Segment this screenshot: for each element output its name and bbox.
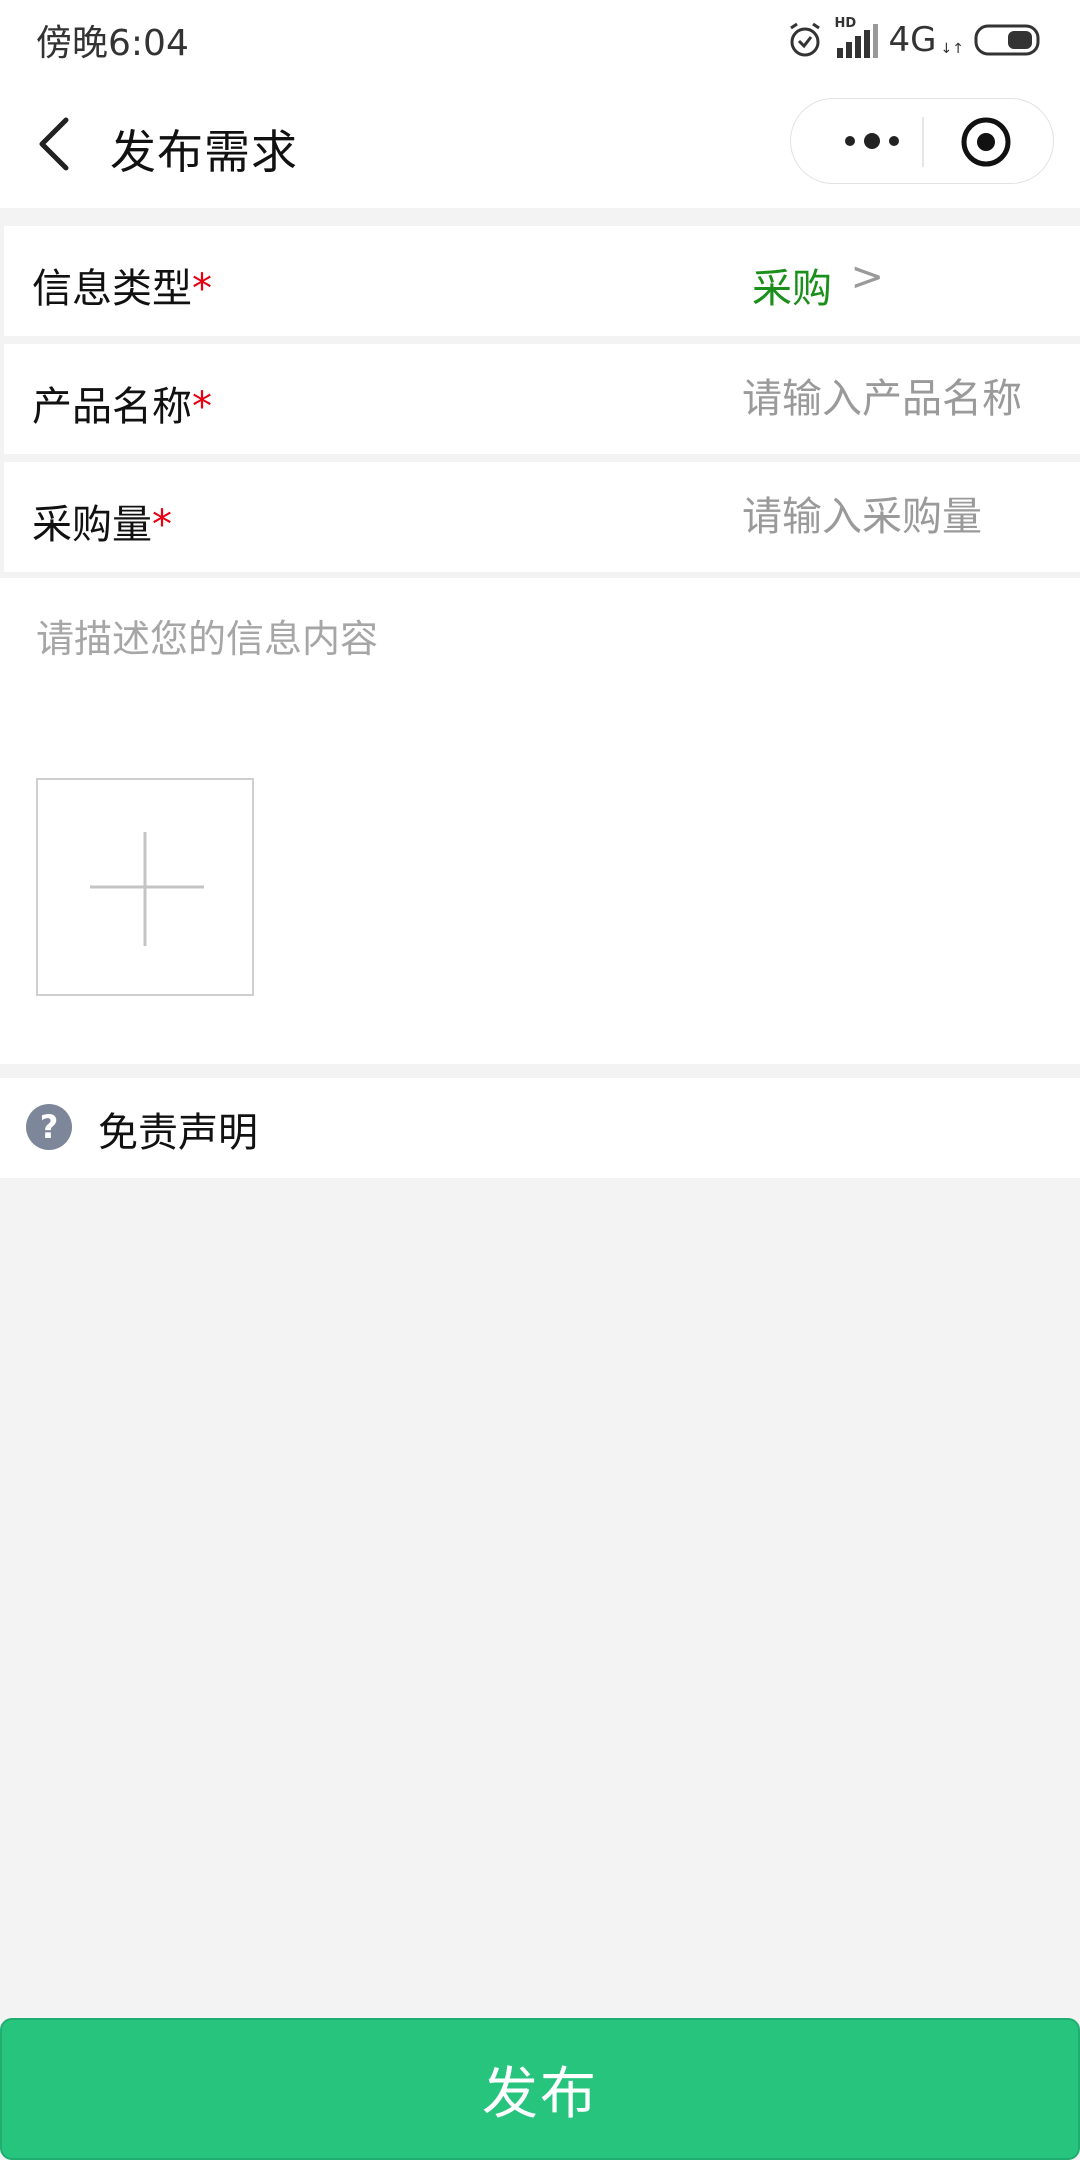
- description-textarea[interactable]: [36, 608, 1036, 728]
- product-name-row: 产品名称*: [4, 344, 1080, 454]
- network-activity: ↓↑: [940, 41, 964, 57]
- purchase-qty-input[interactable]: [742, 490, 1042, 544]
- image-upload-button[interactable]: [36, 778, 254, 996]
- info-type-label: 信息类型*: [32, 256, 212, 314]
- info-type-row[interactable]: 信息类型* 采购 >: [4, 226, 1080, 336]
- required-mark: *: [152, 502, 172, 548]
- info-type-value[interactable]: 采购: [752, 256, 832, 314]
- more-dots-icon: [845, 133, 899, 149]
- purchase-qty-row: 采购量*: [4, 462, 1080, 572]
- disclaimer-row[interactable]: ? 免责声明: [0, 1078, 1080, 1178]
- product-name-label-text: 产品名称: [32, 384, 192, 430]
- plus-icon: [90, 832, 204, 946]
- status-time: 傍晚6:04: [36, 23, 189, 64]
- question-icon: ?: [26, 1104, 72, 1150]
- network-type: 4G: [888, 20, 937, 60]
- required-mark: *: [192, 384, 212, 430]
- chevron-right-icon: >: [850, 254, 884, 300]
- purchase-qty-label: 采购量*: [32, 492, 172, 550]
- description-card: [0, 578, 1080, 1064]
- purchase-qty-label-text: 采购量: [32, 502, 152, 548]
- capsule-divider: [922, 117, 924, 167]
- alarm-icon: [789, 22, 820, 57]
- battery-icon: [974, 24, 1040, 56]
- publish-button[interactable]: 发布: [0, 2018, 1080, 2160]
- page-title: 发布需求: [110, 125, 298, 179]
- product-name-input[interactable]: [742, 372, 1042, 426]
- product-name-label: 产品名称*: [32, 374, 212, 432]
- disclaimer-label: 免责声明: [98, 1110, 258, 1156]
- required-mark: *: [192, 266, 212, 312]
- mini-program-capsule: [790, 98, 1054, 184]
- nav-bar: 发布需求: [0, 80, 1080, 208]
- info-type-label-text: 信息类型: [32, 266, 192, 312]
- more-menu-button[interactable]: [827, 115, 917, 167]
- signal-icon: HD: [835, 16, 879, 60]
- close-circle-icon[interactable]: [957, 113, 1015, 171]
- status-icons: HD 4G ↓↑: [785, 16, 1044, 64]
- back-arrow-icon[interactable]: [30, 114, 82, 174]
- status-bar: 傍晚6:04 HD 4G ↓↑: [0, 0, 1080, 80]
